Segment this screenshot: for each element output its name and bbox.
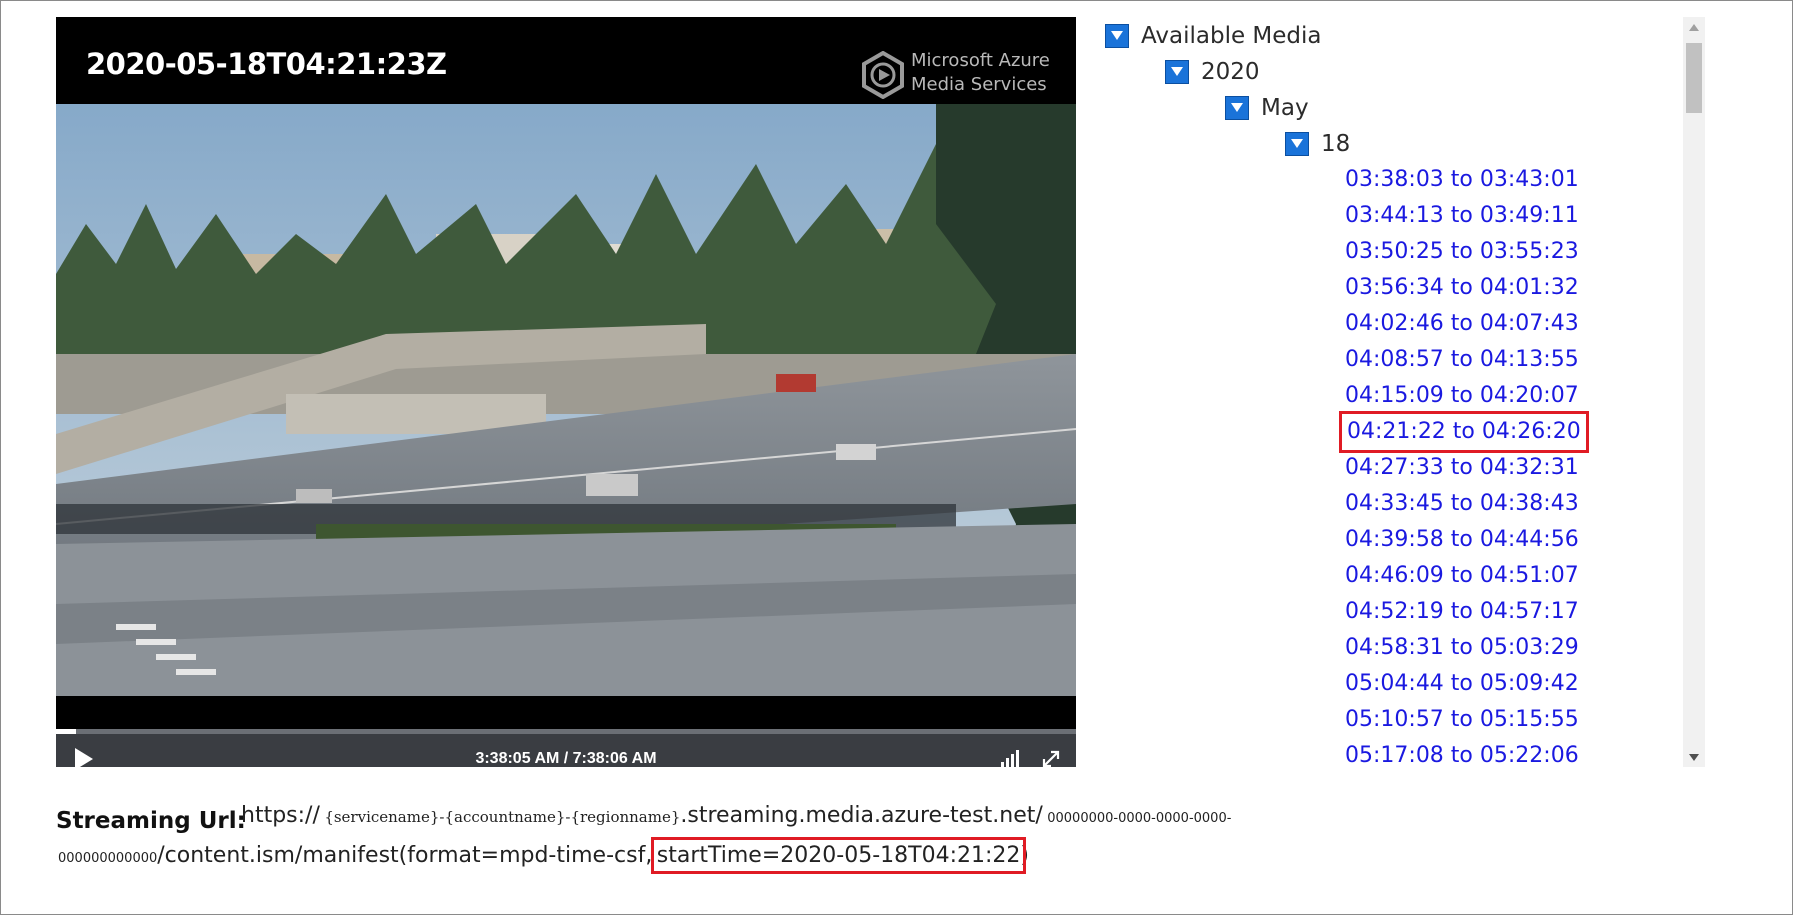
url-guid-part-2: 000000000000	[58, 851, 158, 866]
tree-label-year: 2020	[1201, 59, 1260, 85]
tree-label-day: 18	[1321, 131, 1351, 157]
tree-node-available-media[interactable]: Available Media	[1105, 21, 1322, 51]
collapse-toggle-icon[interactable]	[1105, 24, 1129, 48]
time-range-link[interactable]: 04:58:31 to 05:03:29	[1345, 633, 1579, 663]
tree-label-root: Available Media	[1141, 23, 1322, 49]
collapse-toggle-icon[interactable]	[1165, 60, 1189, 84]
streaming-url-line-1: https:// {servicename}-{accountname}-{re…	[241, 803, 1231, 828]
brand-line-1: Microsoft Azure	[911, 50, 1050, 71]
scroll-down-arrow-icon[interactable]	[1683, 747, 1705, 767]
highway-camera-frame	[56, 104, 1076, 696]
time-range-link[interactable]: 04:08:57 to 04:13:55	[1345, 345, 1579, 375]
scroll-thumb[interactable]	[1686, 43, 1702, 113]
expand-icon[interactable]	[1040, 748, 1062, 767]
play-icon[interactable]	[72, 746, 96, 767]
time-range-link[interactable]: 03:50:25 to 03:55:23	[1345, 237, 1579, 267]
tree-node-year[interactable]: 2020	[1165, 57, 1260, 87]
collapse-toggle-icon[interactable]	[1225, 96, 1249, 120]
time-display: 3:38:05 AM / 7:38:06 AM	[475, 750, 657, 767]
time-range-link[interactable]: 04:39:58 to 04:44:56	[1345, 525, 1579, 555]
time-range-link[interactable]: 04:15:09 to 04:20:07	[1345, 381, 1579, 411]
tree-label-month: May	[1261, 95, 1309, 121]
video-frame[interactable]	[56, 104, 1076, 696]
brand-line-2: Media Services	[911, 74, 1047, 95]
time-range-link[interactable]: 04:52:19 to 04:57:17	[1345, 597, 1579, 627]
tree-node-month[interactable]: May	[1225, 93, 1309, 123]
time-range-link[interactable]: 03:38:03 to 03:43:01	[1345, 165, 1579, 195]
time-range-link-selected[interactable]: 04:21:22 to 04:26:20	[1339, 411, 1589, 453]
url-close-paren: )	[1020, 843, 1029, 868]
time-range-link[interactable]: 04:46:09 to 04:51:07	[1345, 561, 1579, 591]
url-host: .streaming.media.azure-test.net/	[680, 803, 1043, 828]
time-range-link[interactable]: 03:44:13 to 03:49:11	[1345, 201, 1579, 231]
streaming-url-line-2: 000000000000/content.ism/manifest(format…	[58, 837, 1029, 874]
media-services-logo-icon	[862, 51, 904, 99]
url-service-placeholder: {servicename}-{accountname}-{regionname}	[324, 808, 681, 826]
video-timestamp-overlay: 2020-05-18T04:21:23Z	[86, 47, 447, 81]
signal-bars-icon[interactable]	[999, 748, 1021, 767]
time-range-link[interactable]: 05:04:44 to 05:09:42	[1345, 669, 1579, 699]
tree-scrollbar[interactable]	[1683, 17, 1705, 767]
url-guid-part-1: 00000000-0000-0000-0000-	[1047, 811, 1232, 826]
streaming-url-label: Streaming Url:	[56, 808, 246, 834]
url-scheme: https://	[241, 803, 320, 828]
time-range-link[interactable]: 05:10:57 to 05:15:55	[1345, 705, 1579, 735]
player-control-bar: 3:38:05 AM / 7:38:06 AM	[56, 734, 1076, 767]
scroll-up-arrow-icon[interactable]	[1683, 17, 1705, 37]
time-range-link[interactable]: 04:33:45 to 04:38:43	[1345, 489, 1579, 519]
video-player[interactable]: 2020-05-18T04:21:23Z Microsoft Azure Med…	[56, 17, 1076, 767]
time-range-link[interactable]: 05:17:08 to 05:22:06	[1345, 741, 1579, 771]
time-range-link[interactable]: 04:27:33 to 04:32:31	[1345, 453, 1579, 483]
url-start-time-highlight: startTime=2020-05-18T04:21:22	[650, 837, 1027, 874]
time-range-link[interactable]: 04:02:46 to 04:07:43	[1345, 309, 1579, 339]
url-path: /content.ism/manifest(format=mpd-time-cs…	[157, 843, 653, 868]
time-range-link[interactable]: 03:56:34 to 04:01:32	[1345, 273, 1579, 303]
tree-node-day[interactable]: 18	[1285, 129, 1350, 159]
collapse-toggle-icon[interactable]	[1285, 132, 1309, 156]
